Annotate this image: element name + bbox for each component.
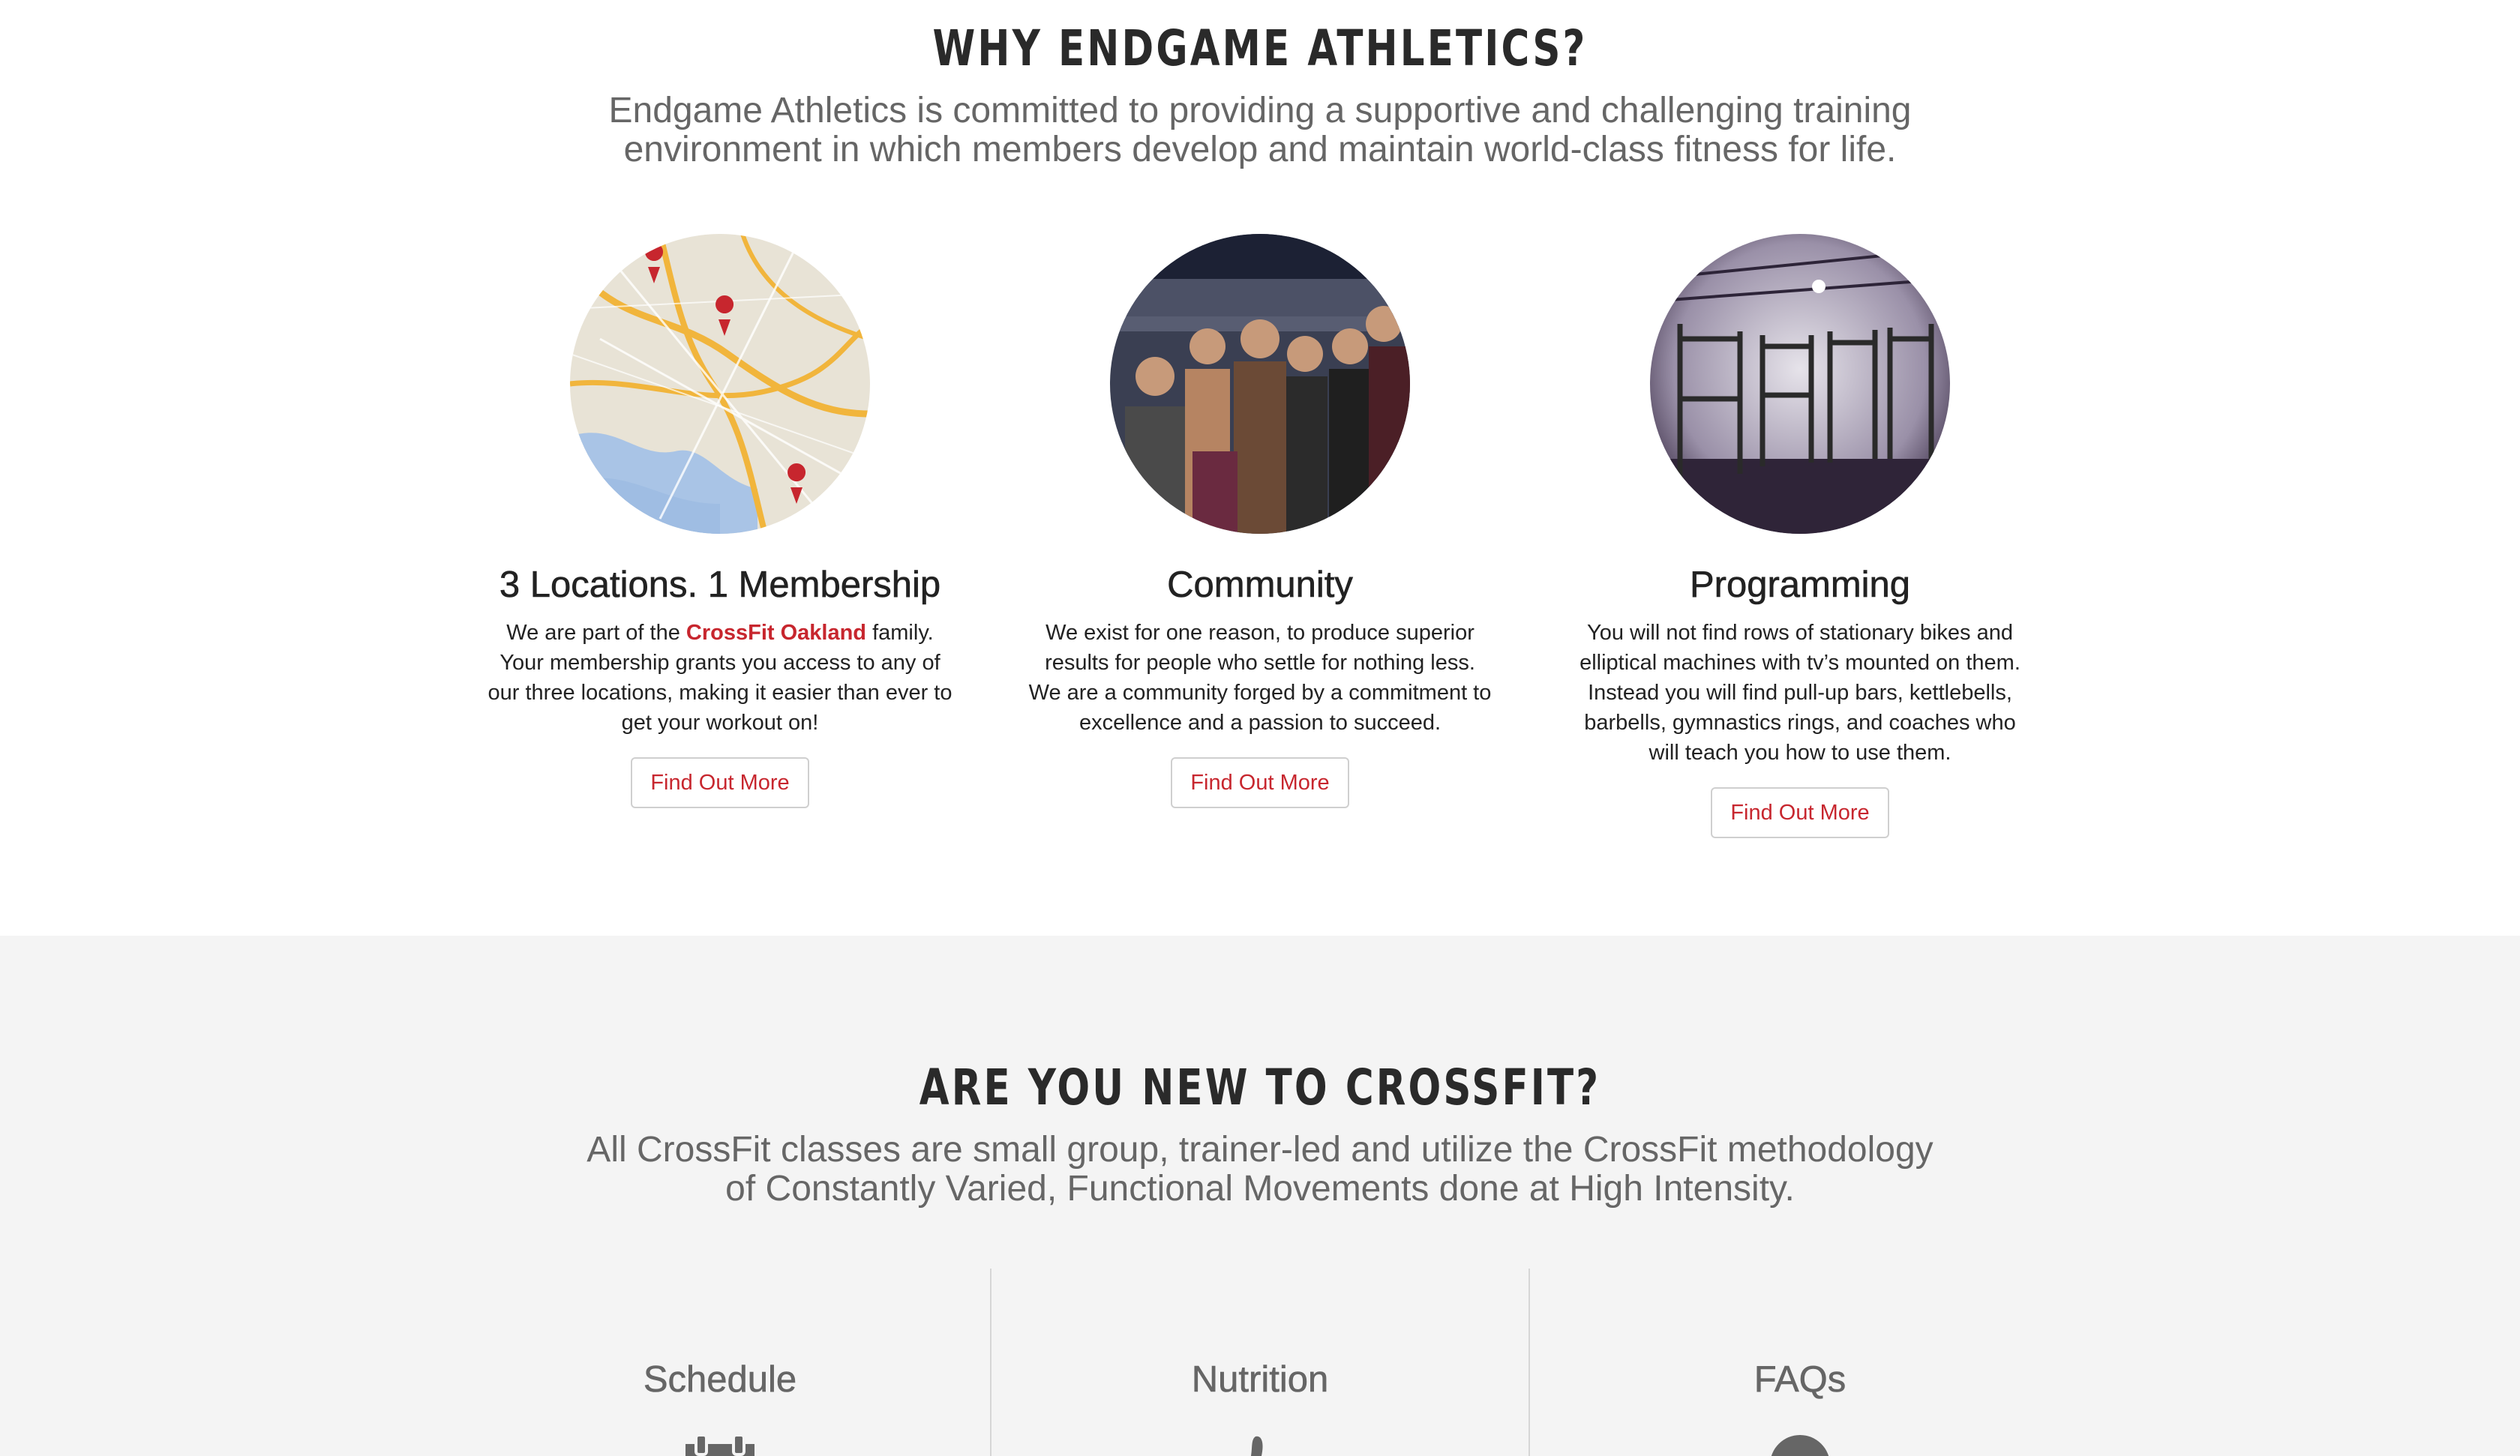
nutrition-title[interactable]: Nutrition xyxy=(990,1359,1530,1401)
feature-community-title: Community xyxy=(1167,565,1353,606)
feature-locations-title: 3 Locations. 1 Membership xyxy=(499,565,941,606)
feature-locations: 3 Locations. 1 Membership We are part of… xyxy=(480,234,960,808)
feature-programming-title: Programming xyxy=(1689,565,1911,606)
new-lead-line-1: All CrossFit classes are small group, tr… xyxy=(586,1130,1934,1170)
programming-image xyxy=(1650,234,1950,534)
feature-community-text: We exist for one reason, to produce supe… xyxy=(1028,621,1492,735)
feature-locations-text: We are part of the CrossFit Oakland fami… xyxy=(488,618,952,738)
why-section: WHY ENDGAME ATHLETICS? Endgame Athletics… xyxy=(0,0,2520,936)
find-out-more-locations-button[interactable]: Find Out More xyxy=(631,757,809,808)
new-to-crossfit-title: ARE YOU NEW TO CROSSFIT? xyxy=(919,1059,1601,1116)
find-out-more-community-button[interactable]: Find Out More xyxy=(1171,757,1349,808)
schedule-card[interactable]: Schedule xyxy=(450,1269,990,1456)
feature-locations-text-start: We are part of the xyxy=(506,621,686,645)
why-lead-line-1: Endgame Athletics is committed to provid… xyxy=(608,91,1912,130)
feature-programming-text: You will not find rows of stationary bik… xyxy=(1580,621,2020,765)
new-to-crossfit-lead: All CrossFit classes are small group, tr… xyxy=(570,1131,1950,1209)
why-lead-line-2: environment in which members develop and… xyxy=(623,130,1897,169)
crossfit-oakland-link[interactable]: CrossFit Oakland xyxy=(686,621,866,645)
feature-community: Community We exist for one reason, to pr… xyxy=(1020,234,1500,808)
schedule-title[interactable]: Schedule xyxy=(450,1359,990,1401)
faqs-title[interactable]: FAQs xyxy=(1530,1359,2070,1401)
calendar-icon xyxy=(686,1434,754,1456)
apple-icon xyxy=(1251,1436,1263,1456)
question-circle-icon xyxy=(1771,1435,1829,1456)
new-lead-line-2: of Constantly Varied, Functional Movemen… xyxy=(725,1169,1795,1209)
faqs-card[interactable]: FAQs xyxy=(1530,1269,2070,1456)
find-out-more-programming-button[interactable]: Find Out More xyxy=(1711,787,1889,838)
nutrition-card[interactable]: Nutrition xyxy=(990,1269,1530,1456)
why-title: WHY ENDGAME ATHLETICS? xyxy=(932,19,1588,77)
community-image xyxy=(1110,234,1410,534)
feature-programming: Programming You will not find rows of st… xyxy=(1560,234,2040,838)
why-lead: Endgame Athletics is committed to provid… xyxy=(585,91,1935,169)
map-image xyxy=(570,234,870,534)
